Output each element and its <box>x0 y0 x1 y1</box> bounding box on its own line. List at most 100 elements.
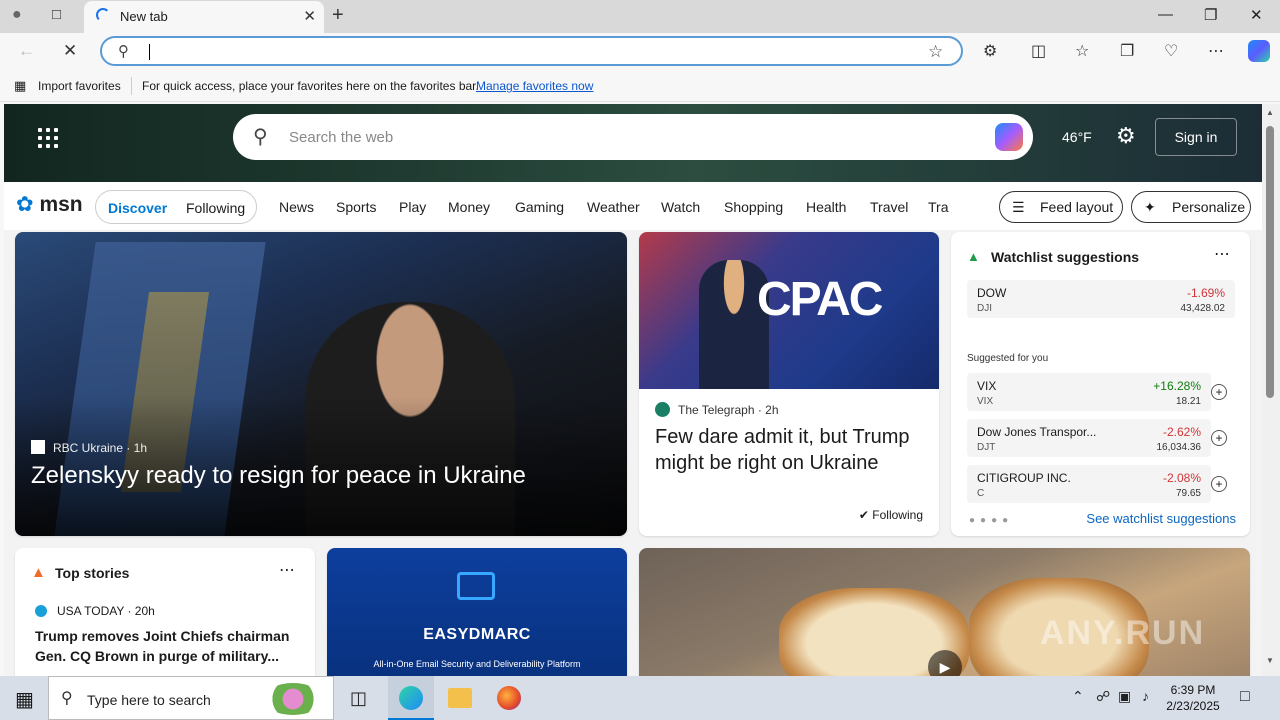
article-headline: Few dare admit it, but Trump might be ri… <box>655 426 910 474</box>
back-button[interactable]: ← <box>18 41 35 61</box>
close-window-button[interactable]: ✕ <box>1250 6 1263 24</box>
settings-gear-icon[interactable]: ⚙ <box>1116 123 1136 149</box>
see-watchlist-link[interactable]: See watchlist suggestions <box>1086 511 1236 526</box>
nav-weather[interactable]: Weather <box>587 199 640 215</box>
show-hidden-icons[interactable]: ⌃ <box>1072 688 1084 705</box>
extensions-icon[interactable]: ⚙ <box>983 41 997 61</box>
volume-icon[interactable]: ♪ <box>1142 688 1149 704</box>
stock-change: -1.69% <box>1186 286 1225 300</box>
add-to-watchlist-icon[interactable]: + <box>1211 384 1227 400</box>
nav-play[interactable]: Play <box>399 199 426 215</box>
copilot-icon[interactable] <box>1248 40 1270 62</box>
page-scrollbar[interactable]: ▲ ▼ <box>1262 104 1280 676</box>
loading-icon <box>96 8 110 22</box>
more-options-icon[interactable]: ⋯ <box>279 560 295 580</box>
carousel-dots[interactable]: ●●●● <box>969 515 1013 526</box>
stock-change: -2.62% <box>1162 425 1201 439</box>
app-launcher-icon[interactable] <box>38 128 58 148</box>
task-view-icon[interactable]: ◫ <box>350 688 367 709</box>
nav-news[interactable]: News <box>279 199 314 215</box>
msn-logo[interactable]: ✿ msn <box>16 192 83 217</box>
tab-title: New tab <box>120 9 168 24</box>
search-icon: ⚲ <box>118 43 129 60</box>
personalize-button[interactable]: ✦ Personalize <box>1131 191 1251 223</box>
stock-row[interactable]: CITIGROUP INC. C -2.08% 79.65 <box>967 465 1211 503</box>
browser-essentials-icon[interactable]: ♡ <box>1164 41 1178 61</box>
stock-change: -2.08% <box>1162 471 1201 485</box>
new-tab-button[interactable]: + <box>332 4 344 27</box>
ethernet-icon[interactable]: ▣ <box>1118 688 1131 705</box>
scroll-up-icon[interactable]: ▲ <box>1266 108 1274 117</box>
weather-temperature[interactable]: 46°F <box>1062 129 1092 145</box>
feed-layout-button[interactable]: ☰ Feed layout <box>999 191 1123 223</box>
article-headline[interactable]: Trump removes Joint Chiefs chairman Gen.… <box>35 626 297 666</box>
watchlist-title: Watchlist suggestions <box>991 249 1140 265</box>
more-menu-icon[interactable]: ⋯ <box>1208 41 1224 61</box>
stock-name: CITIGROUP INC. <box>977 471 1071 485</box>
windows-taskbar: ▦ ⚲ Type here to search ◫ ⌃ ☍ ▣ ♪ 6:39 P… <box>0 676 1280 720</box>
network-icon[interactable]: ☍ <box>1096 688 1110 705</box>
clock-date: 2/23/2025 <box>1166 699 1220 713</box>
article-source: USA TODAY · 20h <box>35 604 155 618</box>
windows-start-icon[interactable]: ▦ <box>15 687 34 712</box>
add-to-watchlist-icon[interactable]: + <box>1211 476 1227 492</box>
nav-gaming[interactable]: Gaming <box>515 199 564 215</box>
nav-traffic[interactable]: Tra <box>928 199 948 215</box>
web-search-box[interactable]: ⚲ Search the web <box>233 114 1033 160</box>
more-options-icon[interactable]: ⋯ <box>1214 244 1230 264</box>
stock-price: 16,034.36 <box>1156 442 1202 453</box>
favorite-star-icon[interactable]: ☆ <box>928 42 943 62</box>
play-icon[interactable]: ▶ <box>928 650 962 676</box>
tab-actions-icon[interactable]: □ <box>52 6 61 23</box>
import-icon: ▦ <box>14 78 27 93</box>
stock-row[interactable]: Dow Jones Transpor... DJT -2.62% 16,034.… <box>967 419 1211 457</box>
profile-icon[interactable]: ● <box>12 6 22 24</box>
top-stories-card: ▲ Top stories ⋯ USA TODAY · 20h Trump re… <box>15 548 315 676</box>
split-screen-icon[interactable]: ◫ <box>1031 41 1046 61</box>
firefox-icon[interactable] <box>497 686 521 710</box>
nav-watch[interactable]: Watch <box>661 199 700 215</box>
taskbar-clock[interactable]: 6:39 PM 2/23/2025 <box>1160 682 1226 714</box>
stock-price: 43,428.02 <box>1180 303 1226 314</box>
nav-travel[interactable]: Travel <box>870 199 908 215</box>
ad-tagline: All-in-One Email Security and Deliverabi… <box>373 659 581 669</box>
following-badge[interactable]: ✔ Following <box>859 508 923 522</box>
sign-in-button[interactable]: Sign in <box>1155 118 1237 156</box>
usa-today-logo <box>35 605 47 617</box>
add-to-watchlist-icon[interactable]: + <box>1211 430 1227 446</box>
article-source: The Telegraph · 2h <box>655 402 779 417</box>
easydmarc-ad-card[interactable]: EASYDMARC All-in-One Email Security and … <box>327 548 627 676</box>
nav-shopping[interactable]: Shopping <box>724 199 783 215</box>
stock-row[interactable]: DOW DJI -1.69% 43,428.02 <box>967 280 1235 318</box>
nav-money[interactable]: Money <box>448 199 490 215</box>
nav-sports[interactable]: Sports <box>336 199 376 215</box>
restore-button[interactable]: ❐ <box>1204 6 1217 24</box>
telegraph-article-card[interactable]: CPAC The Telegraph · 2h Few dare admit i… <box>639 232 939 536</box>
watermark: ANY.RUN <box>1040 614 1206 652</box>
video-card[interactable]: ▶ <box>639 548 1250 676</box>
edge-taskbar-button[interactable] <box>388 676 434 720</box>
favorites-bar: ▦ Import favorites For quick access, pla… <box>0 70 1280 102</box>
scroll-thumb[interactable] <box>1266 126 1274 398</box>
favorites-icon[interactable]: ☆ <box>1075 41 1089 61</box>
address-bar[interactable]: ⚲ ☆ <box>100 36 963 66</box>
tab-new-tab[interactable]: New tab ✕ <box>84 1 324 33</box>
tab-following[interactable]: Following <box>186 200 245 216</box>
close-tab-icon[interactable]: ✕ <box>303 7 316 25</box>
collections-icon[interactable]: ❐ <box>1120 41 1134 61</box>
minimize-button[interactable]: — <box>1158 6 1173 23</box>
file-explorer-icon[interactable] <box>448 688 472 708</box>
stock-row[interactable]: VIX VIX +16.28% 18.21 <box>967 373 1211 411</box>
taskbar-search-box[interactable]: ⚲ Type here to search <box>48 676 334 720</box>
notifications-icon[interactable]: □ <box>1240 688 1250 706</box>
scroll-down-icon[interactable]: ▼ <box>1266 656 1274 665</box>
envelope-lock-icon <box>457 572 495 600</box>
tab-discover[interactable]: Discover <box>108 200 167 216</box>
copilot-icon[interactable] <box>995 123 1023 151</box>
stop-button[interactable]: ✕ <box>63 41 77 61</box>
stock-symbol: VIX <box>977 396 994 407</box>
hero-article-card[interactable]: RBC Ukraine · 1h Zelenskyy ready to resi… <box>15 232 627 536</box>
import-favorites-button[interactable]: Import favorites <box>38 79 121 93</box>
manage-favorites-link[interactable]: Manage favorites now <box>476 79 593 93</box>
nav-health[interactable]: Health <box>806 199 846 215</box>
